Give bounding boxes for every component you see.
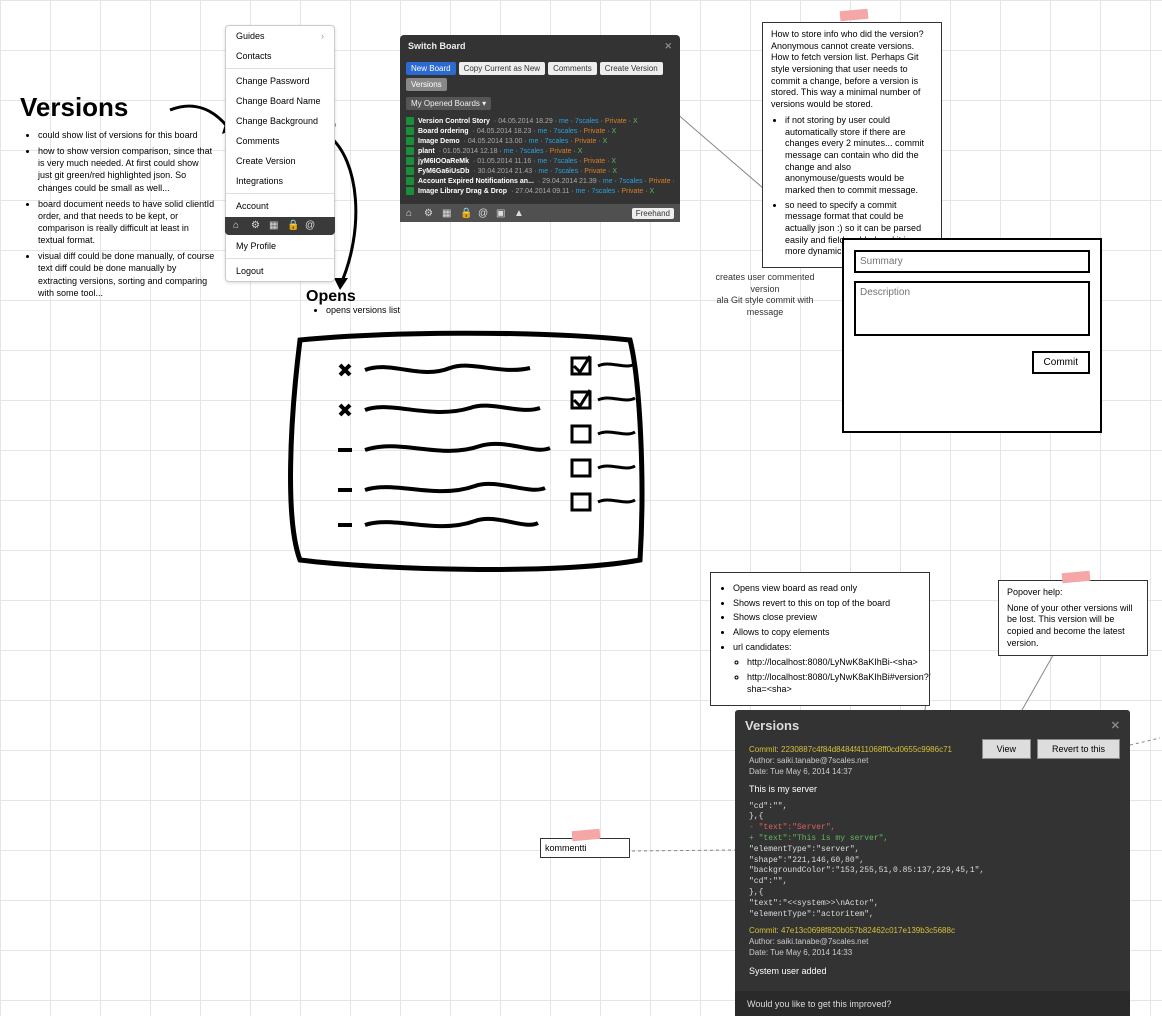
board-icon <box>406 167 414 175</box>
home-icon[interactable]: ⌂ <box>406 208 416 218</box>
revert-button[interactable]: Revert to this <box>1037 739 1120 759</box>
versions-panel: Versions✕ View Revert to this Commit: 22… <box>735 710 1130 1016</box>
create-version-button[interactable]: Create Version <box>600 62 663 75</box>
git-versioning-note: How to store info who did the version? A… <box>762 22 942 268</box>
note-text: None of your other versions will be lost… <box>1007 603 1139 650</box>
chevron-right-icon: › <box>321 31 324 41</box>
commit-date: Date: Tue May 6, 2014 14:33 <box>749 948 1116 959</box>
board-row[interactable]: Image Demo · 04.05.2014 13.00 · me · 7sc… <box>406 136 674 146</box>
home-icon[interactable]: ⌂ <box>233 221 243 231</box>
summary-input[interactable] <box>854 250 1090 273</box>
versions-list-sketch <box>280 320 660 580</box>
settings-menu: Guides› Contacts Change Password Change … <box>225 25 335 282</box>
versions-footer: Would you like to get this improved? <box>735 991 1130 1016</box>
board-row[interactable]: plant · 01.05.2014 12.18 · me · 7scales … <box>406 146 674 156</box>
versions-note-item: board document needs to have solid clien… <box>38 198 215 247</box>
board-icon <box>406 117 414 125</box>
board-row[interactable]: Board ordering · 04.05.2014 18.23 · me ·… <box>406 126 674 136</box>
gear-icon[interactable]: ⚙ <box>251 221 261 231</box>
grid-icon[interactable]: ▦ <box>269 221 279 231</box>
gear-icon[interactable]: ⚙ <box>424 208 434 218</box>
commit-form: Commit <box>842 238 1102 433</box>
image-icon[interactable]: ▣ <box>496 208 506 218</box>
menu-item-my-profile[interactable]: My Profile <box>226 236 334 256</box>
versions-panel-title: Versions <box>745 718 799 733</box>
versions-note-item: could show list of versions for this boa… <box>38 129 215 141</box>
lock-icon[interactable]: 🔒 <box>460 208 470 218</box>
board-row[interactable]: Image Library Drag & Drop · 27.04.2014 0… <box>406 186 674 196</box>
at-icon[interactable]: @ <box>305 221 315 231</box>
url-candidate: http://localhost:8080/LyNwK8aKIhBi-<sha> <box>747 657 921 669</box>
grid-icon[interactable]: ▦ <box>442 208 452 218</box>
menu-item-logout[interactable]: Logout <box>226 261 334 281</box>
note-text: url candidates: <box>733 642 921 654</box>
note-text: How to store info who did the version? A… <box>771 29 933 111</box>
board-icon <box>406 137 414 145</box>
opens-heading: Opens <box>306 288 356 306</box>
note-text: Shows revert to this on top of the board <box>733 598 921 610</box>
board-row[interactable]: FyM6Ga6iUsDb · 30.04.2014 21.43 · me · 7… <box>406 166 674 176</box>
new-board-button[interactable]: New Board <box>406 62 456 75</box>
menu-item-account[interactable]: Account <box>226 196 334 216</box>
commit-date: Date: Tue May 6, 2014 14:37 <box>749 767 1116 778</box>
board-row[interactable]: Version Control Story · 04.05.2014 18.29… <box>406 116 674 126</box>
opens-list: opens versions list <box>312 305 400 315</box>
note-text: Allows to copy elements <box>733 627 921 639</box>
board-row[interactable]: Account Expired Notifications an... · 29… <box>406 176 674 186</box>
note-text: if not storing by user could automatical… <box>785 115 933 197</box>
lock-icon[interactable]: 🔒 <box>287 221 297 231</box>
board-icon <box>406 127 414 135</box>
description-input[interactable] <box>854 281 1090 336</box>
close-icon[interactable]: ✕ <box>664 41 672 52</box>
boards-dropdown[interactable]: My Opened Boards ▾ <box>406 97 491 110</box>
drive-icon[interactable]: ▲ <box>514 208 524 218</box>
menu-item-comments[interactable]: Comments <box>226 131 334 151</box>
versions-button[interactable]: Versions <box>406 78 447 91</box>
board-icon <box>406 147 414 155</box>
commit-author: Author: saiki.tanabe@7scales.net <box>749 937 1116 948</box>
view-button[interactable]: View <box>982 739 1031 759</box>
connector-label: creates user commented version ala Git s… <box>700 272 830 319</box>
at-icon[interactable]: @ <box>478 208 488 218</box>
close-icon[interactable]: ✕ <box>1111 719 1120 732</box>
commit-hash: Commit: 47e13c0698f820b057b82462c017e139… <box>749 926 1116 937</box>
note-text: Opens view board as read only <box>733 583 921 595</box>
menu-item-integrations[interactable]: Integrations <box>226 171 334 191</box>
versions-note-item: how to show version comparison, since th… <box>38 145 215 194</box>
menu-item-change-board-name[interactable]: Change Board Name <box>226 91 334 111</box>
versions-note-item: visual diff could be done manually, of c… <box>38 250 215 299</box>
versions-title: Versions <box>20 92 215 123</box>
menu-item-change-password[interactable]: Change Password <box>226 71 334 91</box>
popover-help-note: Popover help: None of your other version… <box>998 580 1148 656</box>
copy-board-button[interactable]: Copy Current as New <box>459 62 545 75</box>
board-row[interactable]: jyM6IOOaReMk · 01.05.2014 11.16 · me · 7… <box>406 156 674 166</box>
commit-message: System user added <box>749 965 1116 977</box>
commit-message: This is my server <box>749 783 1116 795</box>
switchboard-title: Switch Board <box>408 41 466 52</box>
menu-item-create-version[interactable]: Create Version <box>226 151 334 171</box>
note-text: Shows close preview <box>733 612 921 624</box>
board-icon <box>406 157 414 165</box>
comments-button[interactable]: Comments <box>548 62 597 75</box>
board-icon <box>406 177 414 185</box>
opens-list-item: opens versions list <box>326 305 400 315</box>
versions-notes: Versions could show list of versions for… <box>20 92 215 303</box>
commit-button[interactable]: Commit <box>1032 351 1090 374</box>
menu-toolbar: ⌂ ⚙ ▦ 🔒 @ <box>225 217 335 235</box>
kommentti-note: kommentti <box>540 838 630 858</box>
freehand-button[interactable]: Freehand <box>632 208 674 219</box>
menu-item-guides[interactable]: Guides› <box>226 26 334 46</box>
switch-board-dialog: Switch Board ✕ New Board Copy Current as … <box>400 35 680 222</box>
board-icon <box>406 187 414 195</box>
menu-item-contacts[interactable]: Contacts <box>226 46 334 66</box>
commit-diff: "cd":"",},{- "text":"Server",+ "text":"T… <box>749 802 1116 921</box>
note-title: Popover help: <box>1007 587 1139 599</box>
menu-item-change-background[interactable]: Change Background <box>226 111 334 131</box>
url-candidate: http://localhost:8080/LyNwK8aKIhBi#versi… <box>747 672 921 695</box>
view-behavior-note: Opens view board as read only Shows reve… <box>710 572 930 706</box>
